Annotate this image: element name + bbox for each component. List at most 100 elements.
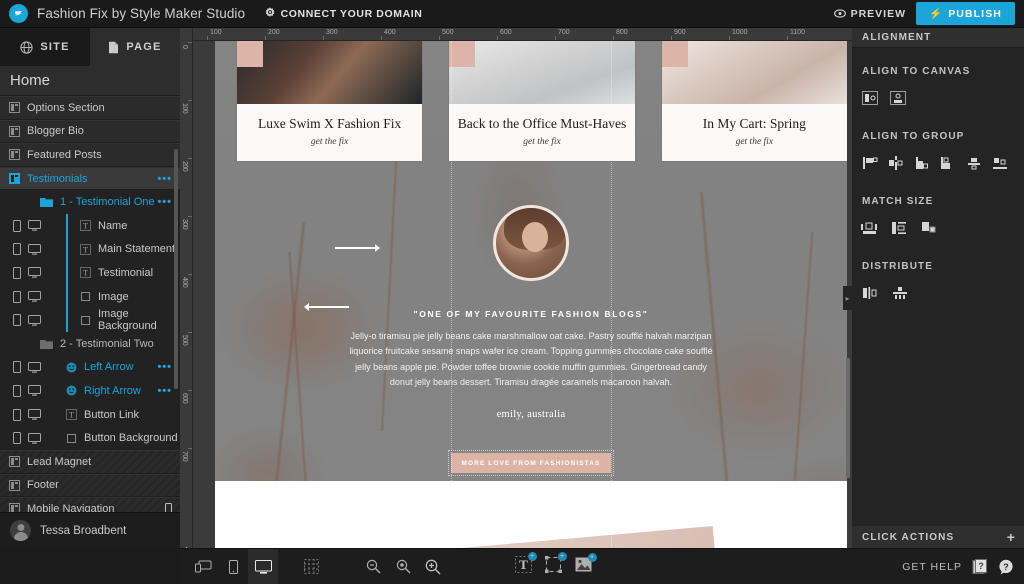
right-arrow-icon[interactable] (335, 243, 381, 253)
testimonial-avatar[interactable] (493, 205, 569, 281)
distribute-vertical-icon[interactable] (890, 284, 910, 302)
desktop-icon (28, 432, 41, 444)
layer-options-section[interactable]: Options Section (0, 96, 180, 120)
align-left-icon[interactable] (860, 154, 880, 172)
add-image-button[interactable]: + (568, 549, 598, 584)
layer-featured-posts[interactable]: Featured Posts (0, 143, 180, 167)
layer-list[interactable]: Options Section Blogger Bio Featured Pos… (0, 96, 180, 548)
add-shape-button[interactable]: + (538, 549, 568, 584)
device-toggles[interactable] (0, 432, 66, 445)
layer-right-arrow[interactable]: Right Arrow ••• (0, 379, 180, 403)
layer-label: Options Section (27, 101, 105, 114)
testimonial-cta-button[interactable]: MORE LOVE FROM FASHIONISTAS (448, 450, 614, 476)
device-toggles[interactable] (0, 314, 66, 327)
avatar (10, 520, 31, 541)
device-toggles[interactable] (0, 384, 66, 397)
layer-menu-icon[interactable]: ••• (157, 356, 172, 380)
align-top-icon[interactable] (938, 154, 958, 172)
align-right-icon[interactable] (912, 154, 932, 172)
tab-page[interactable]: PAGE (90, 28, 180, 66)
desktop-icon (28, 267, 41, 279)
page-preview[interactable]: Luxe Swim X Fashion Fix get the fix Back… (215, 41, 847, 548)
layer-button-background[interactable]: Button Background (0, 426, 180, 450)
app-logo-icon[interactable] (9, 4, 28, 23)
layer-menu-icon[interactable]: ••• (157, 379, 172, 403)
post-card[interactable]: Back to the Office Must-Haves get the fi… (449, 41, 635, 161)
testimonial-body[interactable]: Jelly-o tiramisu pie jelly beans cake ma… (349, 329, 713, 390)
device-toggles[interactable] (0, 408, 66, 421)
grid-button[interactable] (296, 549, 326, 584)
section-icon (9, 456, 20, 468)
help-chat-icon[interactable]: ? (997, 558, 1014, 575)
layer-testimonial[interactable]: T Testimonial (0, 261, 180, 285)
post-thumbnail (237, 41, 423, 104)
layer-testimonials[interactable]: Testimonials ••• (0, 166, 180, 191)
distribute-horizontal-icon[interactable] (860, 284, 880, 302)
testimonial-quote[interactable]: "ONE OF MY FAVOURITE FASHION BLOGS" (361, 309, 701, 319)
svg-text:?: ? (978, 561, 984, 571)
align-to-canvas-icons (852, 89, 1024, 107)
layer-name[interactable]: T Name (0, 213, 180, 238)
preview-button[interactable]: PREVIEW (833, 8, 906, 20)
ruler-drag-handle[interactable] (183, 541, 190, 548)
device-toggles[interactable] (0, 361, 66, 374)
align-to-group-title: ALIGN TO GROUP (862, 131, 965, 142)
page-name[interactable]: Home (0, 66, 180, 96)
device-toggles[interactable] (0, 290, 66, 303)
layer-blogger-bio[interactable]: Blogger Bio (0, 119, 180, 144)
layer-image-background[interactable]: Image Background (0, 308, 180, 332)
add-click-action-button[interactable]: + (1007, 529, 1016, 545)
layer-footer[interactable]: Footer (0, 473, 180, 498)
zoom-in-button[interactable] (418, 549, 448, 584)
align-canvas-horizontal-icon[interactable] (860, 89, 880, 107)
add-text-button[interactable]: T + (508, 549, 538, 584)
align-center-horizontal-icon[interactable] (886, 154, 906, 172)
zoom-reset-button[interactable] (388, 549, 418, 584)
left-sidebar: SITE PAGE Home Options Section Blogger B… (0, 28, 180, 548)
left-arrow-icon[interactable] (303, 302, 349, 312)
device-toggles[interactable] (0, 219, 66, 232)
match-height-icon[interactable] (890, 219, 910, 237)
text-icon: T (80, 220, 91, 232)
match-width-icon[interactable] (860, 219, 880, 237)
publish-button[interactable]: ⚡ PUBLISH (916, 2, 1015, 25)
mobile-icon (13, 361, 21, 374)
layer-testimonial-two[interactable]: 2 - Testimonial Two (0, 332, 180, 356)
canvas-stage[interactable]: Luxe Swim X Fashion Fix get the fix Back… (193, 41, 852, 548)
align-canvas-vertical-icon[interactable] (888, 89, 908, 107)
device-toggles[interactable] (0, 243, 66, 256)
panel-collapse-handle[interactable]: ▸ (843, 286, 852, 310)
device-toggles[interactable] (0, 266, 66, 279)
add-badge: + (527, 551, 537, 561)
mobile-icon (13, 314, 21, 327)
layer-lead-magnet[interactable]: Lead Magnet (0, 449, 180, 474)
connect-domain-button[interactable]: ⚙ CONNECT YOUR DOMAIN (265, 8, 422, 20)
user-bar[interactable]: Tessa Broadbent (0, 512, 180, 548)
layer-left-arrow[interactable]: Left Arrow ••• (0, 356, 180, 380)
tab-site[interactable]: SITE (0, 28, 90, 66)
publish-label: PUBLISH (948, 7, 1002, 20)
layer-image[interactable]: Image (0, 284, 180, 309)
click-actions-bar[interactable]: CLICK ACTIONS + (852, 526, 1024, 548)
desktop-view-button[interactable] (248, 548, 278, 584)
post-card[interactable]: In My Cart: Spring get the fix (661, 41, 847, 161)
layer-list-scrollbar[interactable] (174, 149, 178, 389)
layer-main-statement[interactable]: T Main Statement (0, 237, 180, 262)
canvas-area[interactable]: Luxe Swim X Fashion Fix get the fix Back… (180, 28, 852, 548)
mobile-view-button[interactable] (218, 549, 248, 584)
layer-menu-icon[interactable]: ••• (157, 168, 172, 190)
post-card[interactable]: Luxe Swim X Fashion Fix get the fix (237, 41, 423, 161)
layer-button-link[interactable]: T Button Link (0, 403, 180, 427)
zoom-out-button[interactable] (358, 549, 388, 584)
section-icon (9, 149, 20, 161)
responsive-view-button[interactable] (188, 549, 218, 584)
testimonial-author[interactable]: emily, australia (361, 409, 701, 420)
align-middle-vertical-icon[interactable] (964, 154, 984, 172)
help-docs-icon[interactable]: ? (971, 558, 988, 575)
layer-menu-icon[interactable]: ••• (157, 190, 172, 214)
grid-icon (303, 559, 319, 574)
match-both-icon[interactable] (920, 219, 940, 237)
align-bottom-icon[interactable] (990, 154, 1010, 172)
layer-testimonial-one[interactable]: 1 - Testimonial One ••• (0, 190, 180, 214)
canvas-vertical-scrollbar[interactable] (846, 358, 850, 478)
